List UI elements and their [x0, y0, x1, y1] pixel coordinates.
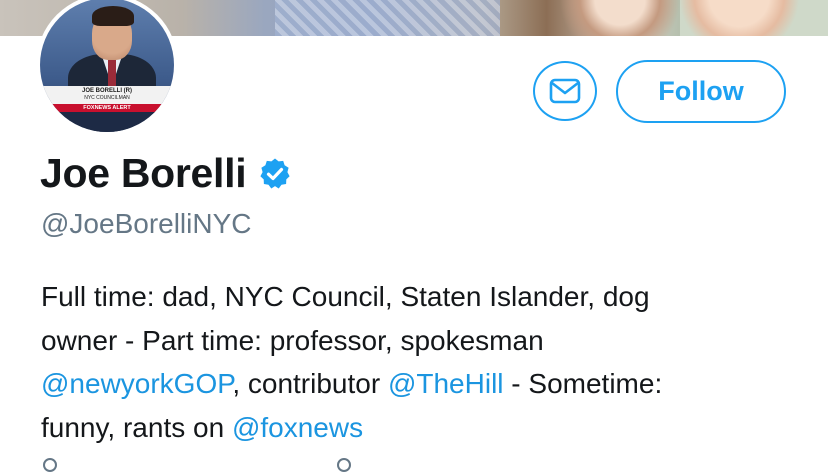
bio-text: , contributor: [232, 368, 388, 399]
chyron-name: JOE BORELLI (R): [81, 88, 132, 94]
profile-handle: @JoeBorelliNYC: [41, 208, 252, 239]
banner-photo-region: [560, 0, 680, 36]
profile-bio: Full time: dad, NYC Council, Staten Isla…: [41, 275, 821, 449]
follow-button[interactable]: Follow: [616, 60, 786, 123]
message-button[interactable]: [533, 61, 597, 121]
avatar-chyron: JOE BORELLI (R) NYC COUNCILMAN: [40, 86, 174, 104]
follow-label: Follow: [658, 76, 744, 106]
profile-name-row: Joe Borelli: [40, 150, 292, 197]
profile-meta-row: [41, 456, 351, 472]
bio-line: owner - Part time: professor, spokesman: [41, 324, 544, 356]
mention-link-foxnews[interactable]: @foxnews: [232, 412, 363, 443]
bio-line: funny, rants on @foxnews: [41, 406, 821, 450]
profile-avatar[interactable]: JOE BORELLI (R) NYC COUNCILMAN FOXNEWS A…: [36, 0, 178, 136]
avatar-tie: [108, 60, 116, 86]
verified-badge-icon: [260, 158, 290, 188]
avatar-photo: JOE BORELLI (R) NYC COUNCILMAN FOXNEWS A…: [40, 0, 174, 132]
profile-name: Joe Borelli: [40, 150, 247, 196]
bio-line: Full time: dad, NYC Council, Staten Isla…: [41, 281, 650, 312]
mention-link-newyorkgop[interactable]: @newyorkGOP: [41, 368, 232, 399]
location-icon: [43, 458, 57, 472]
chyron-ticker: [40, 112, 174, 132]
envelope-icon: [549, 78, 581, 104]
link-icon: [337, 458, 351, 472]
bio-line: @newyorkGOP, contributor @TheHill - Some…: [41, 362, 821, 406]
banner-photo-region: [275, 0, 500, 36]
bio-text: - Sometime:: [503, 368, 663, 399]
chyron-alert: FOXNEWS ALERT: [40, 104, 174, 112]
mention-link-thehill[interactable]: @TheHill: [388, 368, 504, 399]
bio-text: funny, rants on: [41, 411, 232, 443]
chyron-title: NYC COUNCILMAN: [84, 95, 130, 101]
avatar-hair: [92, 6, 134, 26]
banner-photo-region: [680, 0, 828, 36]
